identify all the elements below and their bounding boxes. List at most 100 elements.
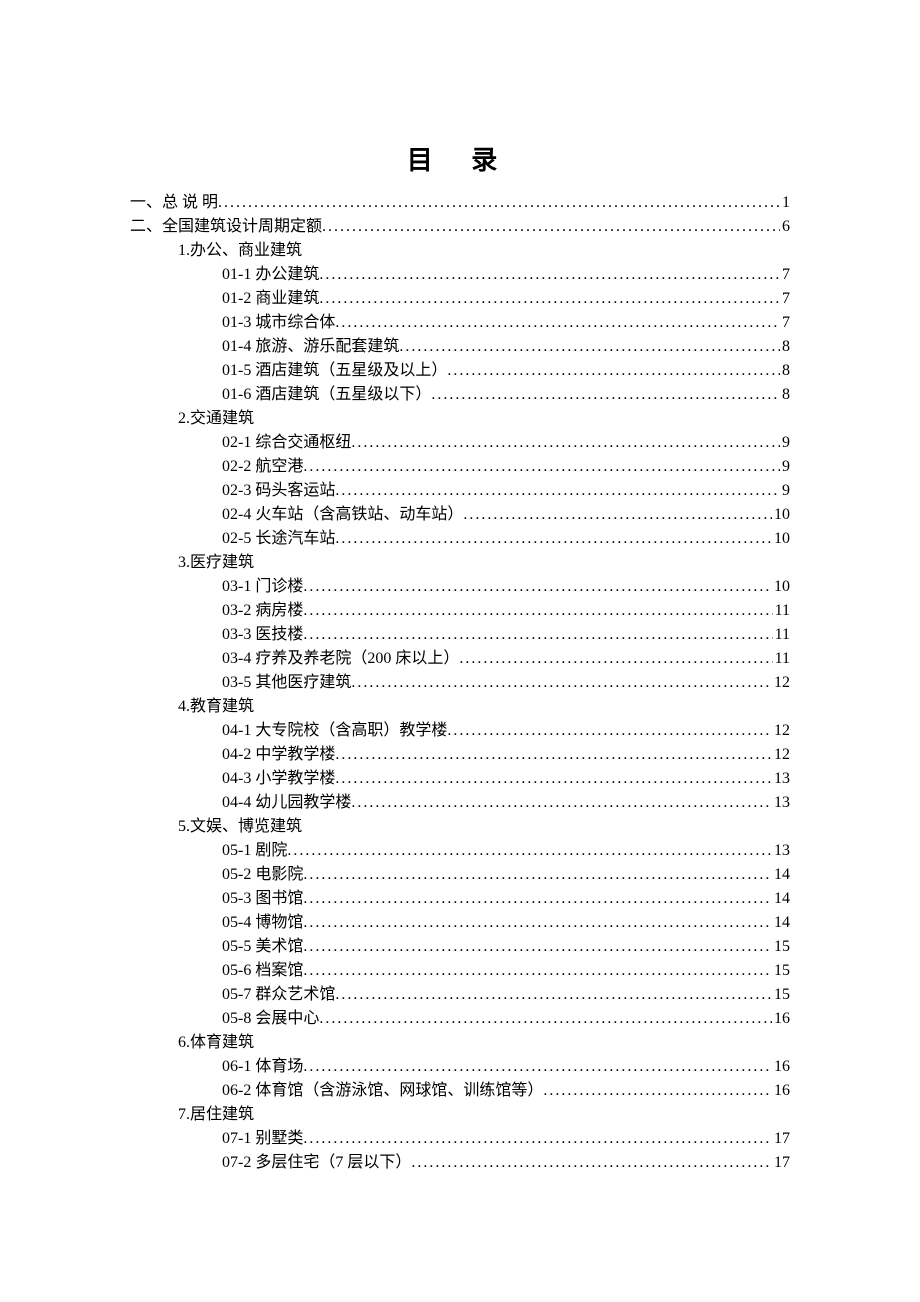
toc-dots xyxy=(335,479,780,503)
toc-dots xyxy=(431,383,780,407)
toc-dots xyxy=(351,791,772,815)
toc-dots xyxy=(303,1127,772,1151)
toc-entry-page: 14 xyxy=(772,911,790,935)
toc-entry-label: 05-8 会展中心 xyxy=(222,1007,319,1031)
toc-entry-label: 04-3 小学教学楼 xyxy=(222,767,335,791)
toc-entry-page: 16 xyxy=(772,1055,790,1079)
toc-dots xyxy=(463,503,772,527)
toc-dots xyxy=(303,1055,772,1079)
toc-entry: 03-3 医技楼 11 xyxy=(130,623,790,647)
toc-entry-page: 16 xyxy=(772,1079,790,1103)
toc-entry-label: 02-1 综合交通枢纽 xyxy=(222,431,351,455)
toc-section-header: 3.医疗建筑 xyxy=(130,551,790,575)
toc-entry-label: 05-1 剧院 xyxy=(222,839,287,863)
toc-entry-label: 05-6 档案馆 xyxy=(222,959,303,983)
toc-entry-page: 9 xyxy=(780,479,790,503)
toc-entry-page: 10 xyxy=(772,527,790,551)
toc-entry: 05-3 图书馆 14 xyxy=(130,887,790,911)
toc-entry: 05-5 美术馆15 xyxy=(130,935,790,959)
toc-entry: 05-7 群众艺术馆 15 xyxy=(130,983,790,1007)
toc-dots xyxy=(459,647,772,671)
toc-dots xyxy=(335,311,780,335)
toc-entry-page: 10 xyxy=(772,575,790,599)
toc-dots xyxy=(399,335,780,359)
toc-entry-label: 02-3 码头客运站 xyxy=(222,479,335,503)
toc-entry-page: 14 xyxy=(772,887,790,911)
toc-dots xyxy=(303,911,772,935)
toc-entry: 01-6 酒店建筑（五星级以下）8 xyxy=(130,383,790,407)
toc-dots xyxy=(303,959,772,983)
toc-entry-page: 6 xyxy=(780,215,790,239)
toc-entry: 03-1 门诊楼 10 xyxy=(130,575,790,599)
toc-entry: 一、总 说 明 1 xyxy=(130,191,790,215)
toc-dots xyxy=(303,935,772,959)
toc-section-header: 1.办公、商业建筑 xyxy=(130,239,790,263)
toc-entry-page: 12 xyxy=(772,719,790,743)
toc-entry-page: 14 xyxy=(772,863,790,887)
toc-entry-label: 二、全国建筑设计周期定额 xyxy=(130,215,322,239)
toc-entry-page: 11 xyxy=(773,599,790,623)
toc-entry-page: 16 xyxy=(772,1007,790,1031)
toc-entry: 01-4 旅游、游乐配套建筑8 xyxy=(130,335,790,359)
toc-entry-page: 8 xyxy=(780,335,790,359)
page-title: 目 录 xyxy=(130,140,790,177)
toc-entry-page: 7 xyxy=(780,263,790,287)
toc-entry-page: 1 xyxy=(780,191,790,215)
toc-dots xyxy=(303,599,772,623)
toc-entry-label: 05-4 博物馆 xyxy=(222,911,303,935)
toc-dots xyxy=(303,455,780,479)
toc-dots xyxy=(303,863,772,887)
toc-entry-label: 01-2 商业建筑 xyxy=(222,287,319,311)
toc-entry-page: 11 xyxy=(773,647,790,671)
toc-entry: 05-2 电影院 14 xyxy=(130,863,790,887)
toc-entry: 06-1 体育场16 xyxy=(130,1055,790,1079)
toc-entry-page: 13 xyxy=(772,767,790,791)
toc-entry: 03-4 疗养及养老院（200 床以上）11 xyxy=(130,647,790,671)
toc-entry-label: 03-3 医技楼 xyxy=(222,623,303,647)
toc-entry: 04-3 小学教学楼 13 xyxy=(130,767,790,791)
toc-dots xyxy=(319,263,780,287)
toc-entry-page: 8 xyxy=(780,383,790,407)
toc-dots xyxy=(303,623,772,647)
toc-entry: 02-2 航空港9 xyxy=(130,455,790,479)
toc-entry-label: 05-3 图书馆 xyxy=(222,887,303,911)
toc-entry-label: 01-3 城市综合体 xyxy=(222,311,335,335)
toc-dots xyxy=(322,215,780,239)
toc-entry-label: 05-2 电影院 xyxy=(222,863,303,887)
toc-entry: 二、全国建筑设计周期定额 6 xyxy=(130,215,790,239)
toc-entry-label: 一、总 说 明 xyxy=(130,191,218,215)
toc-section-header: 4.教育建筑 xyxy=(130,695,790,719)
toc-entry-label: 4.教育建筑 xyxy=(178,698,254,715)
toc-entry-label: 1.办公、商业建筑 xyxy=(178,242,302,259)
toc-dots xyxy=(218,191,780,215)
toc-dots xyxy=(447,359,780,383)
toc-entry-label: 02-2 航空港 xyxy=(222,455,303,479)
toc-entry-label: 04-2 中学教学楼 xyxy=(222,743,335,767)
toc-entry: 01-5 酒店建筑（五星级及以上）8 xyxy=(130,359,790,383)
toc-entry-label: 03-1 门诊楼 xyxy=(222,575,303,599)
toc-entry-page: 11 xyxy=(773,623,790,647)
toc-entry-page: 13 xyxy=(772,791,790,815)
toc-dots xyxy=(303,887,772,911)
toc-entry-label: 02-4 火车站（含高铁站、动车站） xyxy=(222,503,463,527)
toc-entry: 04-1 大专院校（含高职）教学楼12 xyxy=(130,719,790,743)
toc-entry-label: 02-5 长途汽车站 xyxy=(222,527,335,551)
toc-entry: 04-4 幼儿园教学楼13 xyxy=(130,791,790,815)
toc-entry-label: 05-7 群众艺术馆 xyxy=(222,983,335,1007)
toc-entry-page: 12 xyxy=(772,743,790,767)
toc-entry-page: 15 xyxy=(772,983,790,1007)
toc-dots xyxy=(351,431,780,455)
toc-dots xyxy=(543,1079,772,1103)
toc-entry: 05-8 会展中心 16 xyxy=(130,1007,790,1031)
toc-dots xyxy=(411,1151,772,1175)
toc-entry: 04-2 中学教学楼 12 xyxy=(130,743,790,767)
toc-entry-page: 9 xyxy=(780,431,790,455)
toc-entry-page: 17 xyxy=(772,1151,790,1175)
toc-entry-page: 12 xyxy=(772,671,790,695)
toc-entry-label: 6.体育建筑 xyxy=(178,1034,254,1051)
toc-section-header: 5.文娱、博览建筑 xyxy=(130,815,790,839)
toc-entry-label: 03-5 其他医疗建筑 xyxy=(222,671,351,695)
toc-entry-label: 03-2 病房楼 xyxy=(222,599,303,623)
toc-entry-page: 8 xyxy=(780,359,790,383)
toc-entry-page: 7 xyxy=(780,311,790,335)
